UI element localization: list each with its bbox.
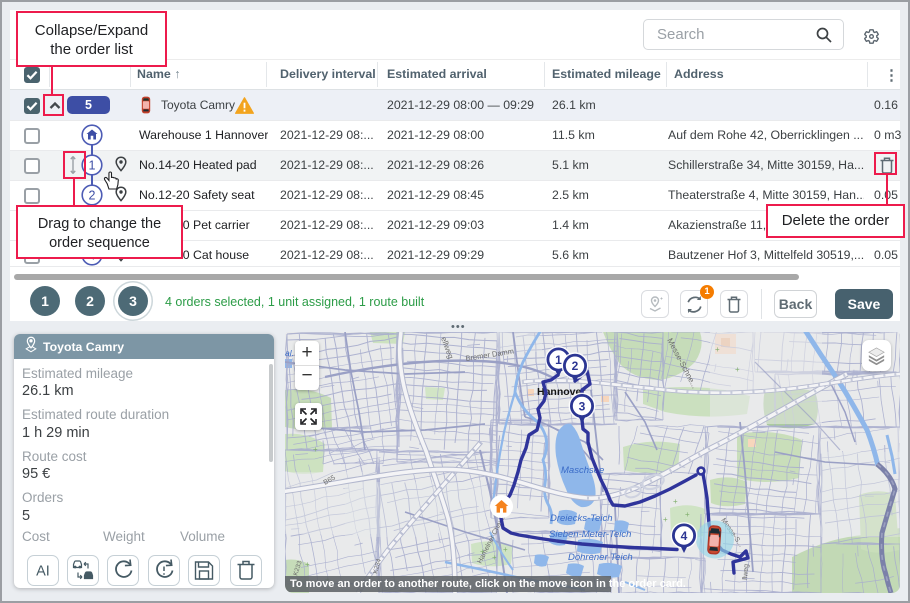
- svg-text:+: +: [715, 345, 720, 354]
- svg-text:+: +: [673, 497, 678, 506]
- svg-text:llweg: llweg: [742, 564, 750, 581]
- svg-text:+: +: [735, 365, 740, 374]
- svg-text:Sieben-Meter-Teich: Sieben-Meter-Teich: [549, 529, 631, 540]
- svg-text:Dreiecks-Teich: Dreiecks-Teich: [550, 513, 612, 524]
- svg-text:1: 1: [89, 158, 96, 172]
- svg-text:+: +: [492, 553, 497, 562]
- svg-text:al.: al.: [285, 348, 294, 358]
- svg-text:1: 1: [555, 353, 562, 367]
- svg-text:+: +: [313, 445, 318, 454]
- svg-text:+: +: [305, 560, 310, 569]
- svg-text:+: +: [480, 547, 485, 556]
- svg-text:+: +: [685, 510, 690, 519]
- svg-text:+: +: [503, 545, 508, 554]
- svg-text:4: 4: [681, 529, 688, 543]
- svg-text:AI: AI: [36, 564, 50, 580]
- svg-text:3: 3: [579, 399, 586, 413]
- svg-text:Döhrener Teich: Döhrener Teich: [568, 552, 633, 563]
- svg-text:+: +: [663, 515, 668, 524]
- svg-text:2: 2: [89, 188, 96, 202]
- svg-text:2: 2: [572, 359, 579, 373]
